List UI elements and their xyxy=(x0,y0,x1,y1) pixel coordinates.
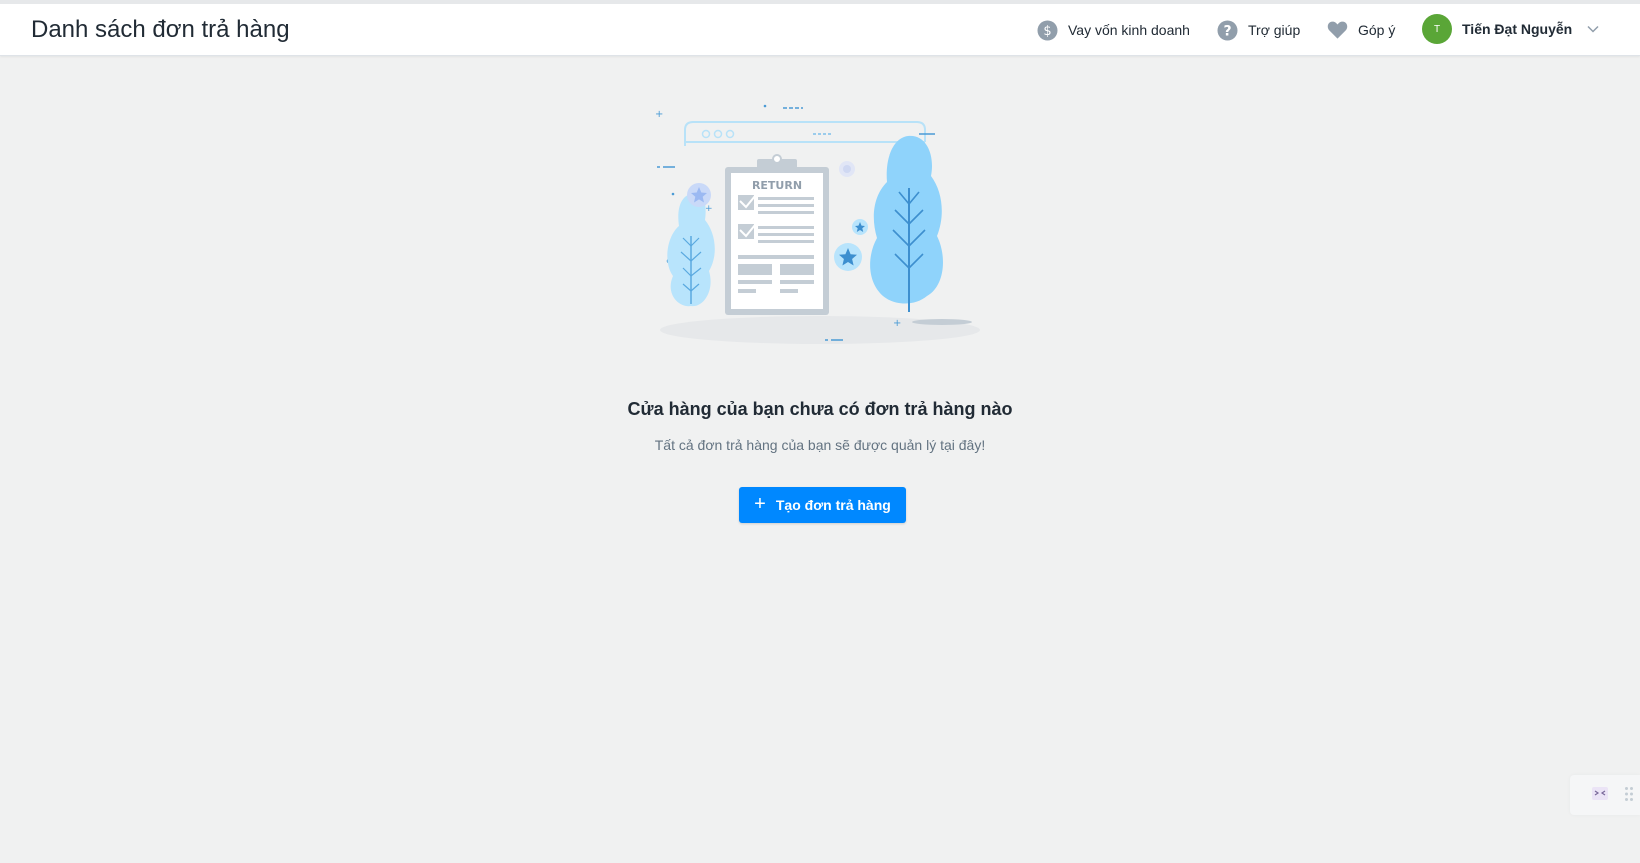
avatar: T xyxy=(1422,14,1452,44)
svg-text:+: + xyxy=(893,318,901,329)
help-label: Trợ giúp xyxy=(1248,22,1301,38)
drag-handle-icon[interactable] xyxy=(1624,786,1634,802)
svg-text:?: ? xyxy=(1223,23,1231,39)
page-title: Danh sách đơn trả hàng xyxy=(31,16,290,43)
plus-icon: + xyxy=(754,493,766,515)
business-loan-link[interactable]: $ Vay vốn kinh doanh xyxy=(1037,18,1190,42)
heart-icon xyxy=(1327,20,1348,41)
clipboard-label: RETURN xyxy=(752,179,802,192)
feedback-label: Góp ý xyxy=(1358,22,1396,38)
question-circle-icon: ? xyxy=(1217,20,1238,41)
feedback-link[interactable]: Góp ý xyxy=(1327,18,1395,42)
empty-returns-illustration: + + + RETURN xyxy=(655,104,980,344)
user-menu[interactable]: T Tiến Đạt Nguyễn xyxy=(1422,14,1600,44)
empty-state-subtitle: Tất cả đơn trả hàng của bạn sẽ được quản… xyxy=(654,437,986,453)
svg-text:+: + xyxy=(655,109,663,120)
create-return-label: Tạo đơn trả hàng xyxy=(775,497,891,513)
floating-chat-widget[interactable] xyxy=(1570,775,1640,815)
top-header: Danh sách đơn trả hàng $ Vay vốn kinh do… xyxy=(0,4,1640,56)
user-name: Tiến Đạt Nguyễn xyxy=(1462,21,1573,37)
svg-text:+: + xyxy=(705,204,713,214)
chat-icon xyxy=(1592,787,1608,800)
create-return-button[interactable]: + Tạo đơn trả hàng xyxy=(739,487,906,523)
help-link[interactable]: ? Trợ giúp xyxy=(1217,18,1300,42)
svg-text:$: $ xyxy=(1043,24,1051,39)
dollar-circle-icon: $ xyxy=(1037,20,1058,41)
chevron-down-icon xyxy=(1586,22,1600,36)
empty-state-title: Cửa hàng của bạn chưa có đơn trả hàng nà… xyxy=(627,399,1013,419)
business-loan-label: Vay vốn kinh doanh xyxy=(1068,22,1190,38)
